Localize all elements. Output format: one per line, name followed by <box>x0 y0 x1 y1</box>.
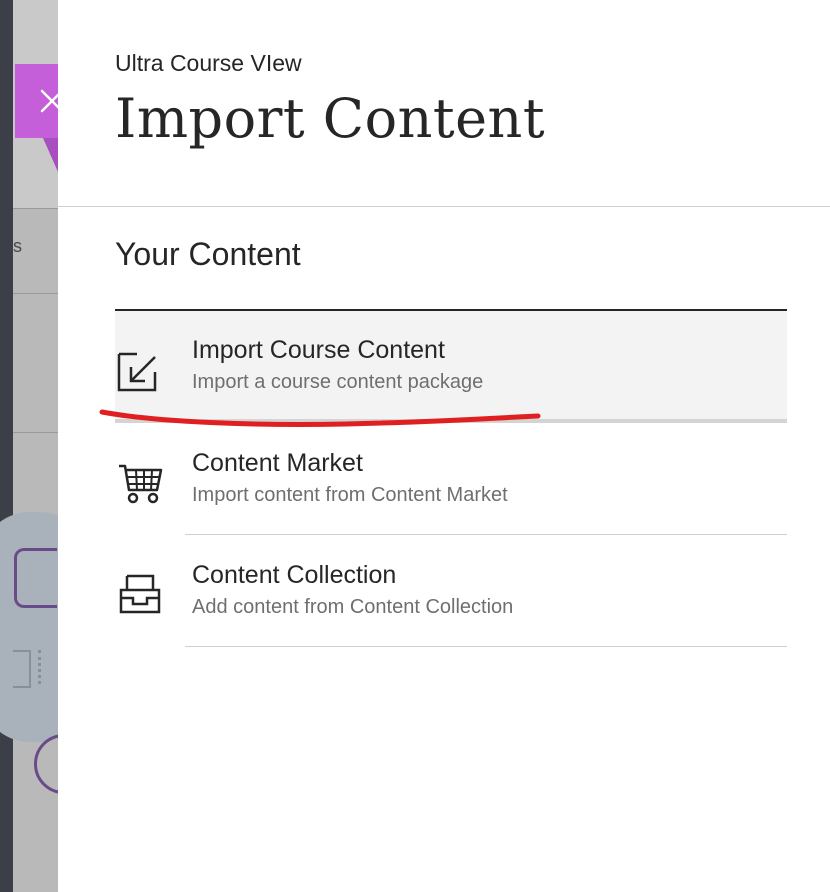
background-circle-icon <box>34 734 58 794</box>
background-illustration <box>0 512 58 742</box>
background-box-icon <box>13 650 31 688</box>
list-item-content-market[interactable]: Content Market Import content from Conte… <box>115 423 787 535</box>
page-title: Import Content <box>115 87 546 150</box>
background-divider <box>13 293 58 294</box>
content-options-list: Import Course Content Import a course co… <box>115 311 787 647</box>
panel-header: Ultra Course VIew Import Content <box>115 50 545 150</box>
shopping-cart-icon <box>119 464 163 504</box>
close-flag-tail <box>43 138 58 172</box>
header-divider <box>58 206 830 207</box>
red-underline-annotation <box>99 409 541 427</box>
item-title: Content Market <box>192 449 363 477</box>
section-title: Your Content <box>115 236 301 272</box>
import-arrow-icon <box>117 352 157 392</box>
list-item-content-collection[interactable]: Content Collection Add content from Cont… <box>115 535 787 647</box>
background-dots-icon <box>38 650 45 684</box>
background-dark-edge <box>0 0 13 892</box>
panel-subtitle: Ultra Course VIew <box>115 50 302 76</box>
background-divider <box>13 208 58 209</box>
background-chat-bubble-icon <box>14 548 57 608</box>
background-text-fragment: s <box>13 236 22 256</box>
item-divider <box>185 646 787 647</box>
item-description: Add content from Content Collection <box>192 596 514 618</box>
item-title: Content Collection <box>192 561 397 589</box>
item-description: Import a course content package <box>192 371 484 393</box>
item-description: Import content from Content Market <box>192 484 508 506</box>
import-content-panel: Ultra Course VIew Import Content Your Co… <box>58 0 830 892</box>
background-divider <box>13 432 58 433</box>
inbox-tray-icon <box>119 574 161 614</box>
item-title: Import Course Content <box>192 336 445 364</box>
